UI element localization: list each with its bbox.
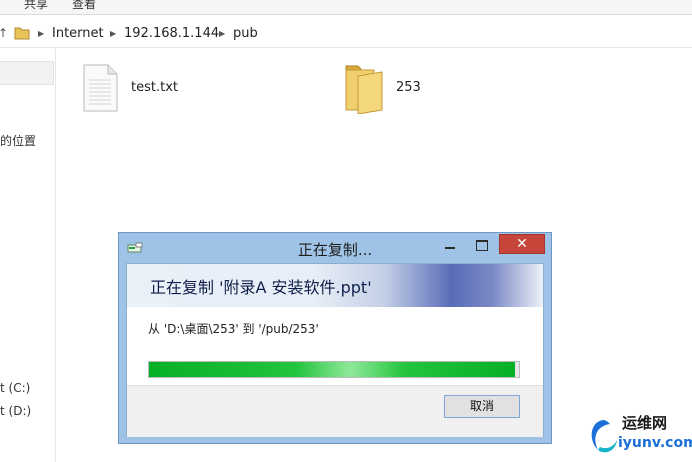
breadcrumb-host[interactable]: 192.168.1.144	[124, 26, 219, 41]
watermark-text: 运维网	[622, 414, 668, 432]
folder-icon	[14, 27, 30, 40]
dialog-banner: 正在复制 '附录A 安装软件.ppt'	[127, 264, 543, 307]
breadcrumb-separator-icon[interactable]: ▶	[38, 29, 44, 38]
dialog-footer: 取消	[127, 385, 543, 437]
address-bar[interactable]: ↑ ▶ Internet ▶ 192.168.1.144 ▶ pub	[0, 21, 692, 48]
close-icon: ✕	[516, 236, 528, 252]
ribbon-tabs: 共享 查看	[0, 0, 692, 15]
minimize-button[interactable]	[438, 235, 462, 255]
watermark-logo: 运维网 iyunv.com	[586, 410, 692, 462]
tab-share[interactable]: 共享	[24, 0, 48, 12]
dialog-titlebar[interactable]: 正在复制... ✕	[119, 233, 551, 263]
breadcrumb-internet[interactable]: Internet	[52, 26, 104, 41]
breadcrumb-separator-icon[interactable]: ▶	[219, 29, 225, 38]
up-arrow-icon[interactable]: ↑	[0, 26, 8, 40]
nav-selected-item[interactable]	[0, 61, 54, 85]
dialog-body: 正在复制 '附录A 安装软件.ppt' 从 'D:\桌面\253' 到 '/pu…	[126, 263, 544, 437]
copy-source-destination: 从 'D:\桌面\253' 到 '/pub/253'	[148, 322, 319, 336]
file-name: 253	[396, 80, 421, 95]
file-item-folder-253[interactable]: 253	[344, 62, 421, 118]
cancel-button[interactable]: 取消	[444, 395, 520, 418]
maximize-button[interactable]	[470, 235, 494, 255]
copy-progress-bar	[148, 361, 520, 378]
watermark-url: iyunv.com	[618, 435, 692, 451]
copy-progress-dialog[interactable]: 正在复制... ✕ 正在复制 '附录A 安装软件.ppt' 从 'D:\桌面\2…	[118, 232, 552, 444]
folder-icon	[345, 65, 383, 115]
breadcrumb-separator-icon[interactable]: ▶	[110, 29, 116, 38]
file-name: test.txt	[131, 80, 178, 95]
progress-fill	[149, 362, 515, 377]
file-item-test-txt[interactable]: test.txt	[82, 64, 178, 116]
watermark-swirl-icon	[591, 420, 617, 453]
text-file-icon	[83, 64, 118, 112]
breadcrumb-pub[interactable]: pub	[233, 26, 258, 41]
tab-view[interactable]: 查看	[72, 0, 96, 12]
navigation-pane: 的位置 t (C:) t (D:)	[0, 48, 56, 462]
nav-item-locations[interactable]: 的位置	[0, 132, 36, 149]
nav-item-drive-c[interactable]: t (C:)	[0, 381, 30, 395]
nav-item-drive-d[interactable]: t (D:)	[0, 404, 31, 418]
close-button[interactable]: ✕	[499, 234, 545, 254]
copy-heading: 正在复制 '附录A 安装软件.ppt'	[150, 278, 372, 297]
